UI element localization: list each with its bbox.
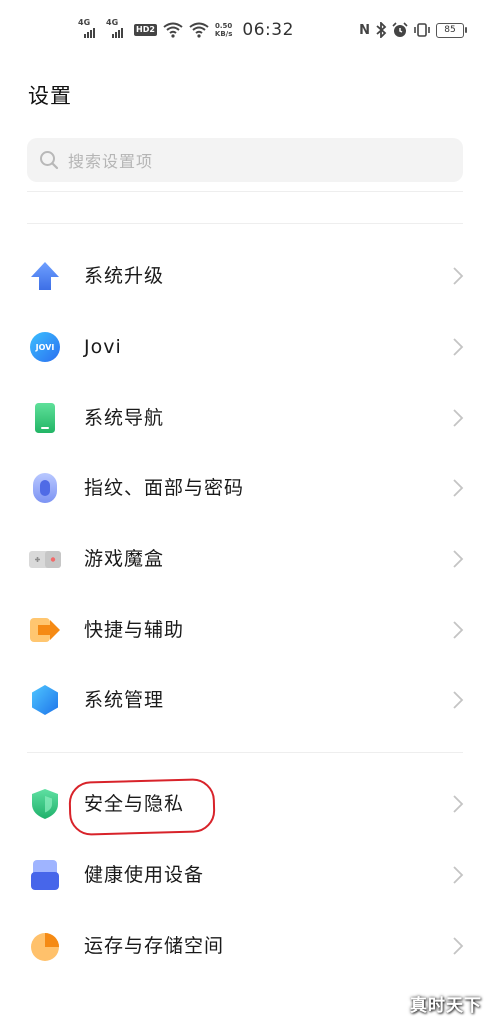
upgrade-arrow-icon bbox=[31, 262, 59, 290]
status-bar: 4G 4G HD2 0.50 KB/s 06:32 N 85 bbox=[0, 0, 490, 58]
search-input[interactable]: 搜索设置项 bbox=[27, 138, 463, 182]
jovi-icon-text: JOVI bbox=[35, 343, 55, 352]
hd-voice-badge: HD2 bbox=[134, 24, 157, 36]
settings-item-system-navigation[interactable]: 系统导航 bbox=[0, 383, 490, 453]
chevron-right-icon bbox=[453, 267, 464, 285]
settings-item-label: 健康使用设备 bbox=[84, 864, 205, 886]
settings-item-label: Jovi bbox=[84, 336, 122, 358]
search-icon bbox=[40, 151, 59, 170]
settings-item-label: 系统导航 bbox=[84, 407, 165, 429]
alarm-clock-icon bbox=[392, 22, 408, 37]
status-bar-left: 4G 4G HD2 0.50 KB/s 06:32 bbox=[78, 18, 294, 42]
chevron-right-icon bbox=[453, 621, 464, 639]
shield-icon bbox=[32, 789, 58, 819]
phone-navigation-icon bbox=[35, 403, 55, 433]
chevron-right-icon bbox=[453, 338, 464, 356]
network-speed-unit: KB/s bbox=[214, 30, 233, 38]
settings-item-system-upgrade[interactable]: 系统升级 bbox=[0, 241, 490, 311]
game-box-icon bbox=[29, 551, 61, 568]
bluetooth-icon bbox=[376, 22, 387, 38]
cellular-signal-icon: 4G bbox=[78, 18, 100, 40]
page-title: 设置 bbox=[28, 84, 72, 108]
settings-item-label: 指纹、面部与密码 bbox=[84, 477, 245, 499]
settings-item-memory-storage[interactable]: 运存与存储空间 bbox=[0, 911, 490, 981]
settings-item-label: 系统管理 bbox=[84, 689, 165, 711]
settings-item-jovi[interactable]: JOVI Jovi bbox=[0, 312, 490, 382]
watermark-text: 真时天下 bbox=[410, 996, 482, 1016]
storage-pie-icon bbox=[31, 933, 59, 961]
settings-item-label: 快捷与辅助 bbox=[84, 619, 185, 641]
settings-item-label: 游戏魔盒 bbox=[84, 548, 165, 570]
settings-item-label: 系统升级 bbox=[84, 265, 165, 287]
wifi-icon bbox=[189, 22, 209, 38]
chevron-right-icon bbox=[453, 550, 464, 568]
section-divider bbox=[27, 752, 463, 753]
shortcut-arrow-icon bbox=[30, 618, 60, 642]
settings-item-label: 运存与存储空间 bbox=[84, 935, 225, 957]
battery-icon: 85 bbox=[436, 22, 467, 38]
healthy-use-icon bbox=[31, 860, 59, 890]
chevron-right-icon bbox=[453, 866, 464, 884]
settings-item-shortcuts-accessibility[interactable]: 快捷与辅助 bbox=[0, 595, 490, 665]
vibrate-icon bbox=[414, 23, 430, 37]
network-speed-value: 0.50 bbox=[215, 22, 233, 30]
section-divider bbox=[27, 223, 463, 224]
wifi-icon bbox=[163, 22, 183, 38]
chevron-right-icon bbox=[453, 691, 464, 709]
chevron-right-icon bbox=[453, 479, 464, 497]
settings-item-healthy-device-use[interactable]: 健康使用设备 bbox=[0, 840, 490, 910]
jovi-icon: JOVI bbox=[30, 332, 60, 362]
system-hexagon-icon bbox=[32, 685, 58, 715]
chevron-right-icon bbox=[453, 409, 464, 427]
header-divider bbox=[27, 191, 463, 192]
search-placeholder: 搜索设置项 bbox=[68, 152, 154, 171]
network-speed: 0.50 KB/s bbox=[215, 22, 232, 38]
chevron-right-icon bbox=[453, 937, 464, 955]
nfc-icon: N bbox=[359, 22, 370, 38]
highlight-annotation-circle bbox=[68, 778, 216, 836]
status-bar-right: N 85 bbox=[359, 19, 467, 41]
network-type-label: 4G bbox=[106, 18, 119, 27]
chevron-right-icon bbox=[453, 795, 464, 813]
settings-item-game-box[interactable]: 游戏魔盒 bbox=[0, 524, 490, 594]
network-type-label: 4G bbox=[78, 18, 91, 27]
status-time: 06:32 bbox=[242, 20, 294, 40]
cellular-signal-icon: 4G bbox=[106, 18, 128, 40]
fingerprint-icon bbox=[33, 473, 57, 503]
settings-item-fingerprint-face-password[interactable]: 指纹、面部与密码 bbox=[0, 453, 490, 523]
settings-item-system-management[interactable]: 系统管理 bbox=[0, 665, 490, 735]
